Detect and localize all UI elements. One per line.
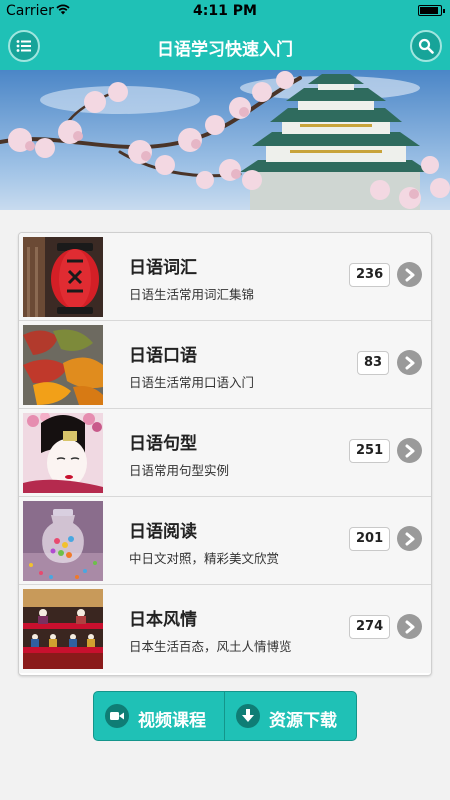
resource-download-label: 资源下载 xyxy=(269,711,337,731)
page-title: 日语学习快速入门 xyxy=(157,40,293,60)
thumb-candy-jar xyxy=(23,501,103,581)
item-subtitle: 日语常用句型实例 xyxy=(129,463,230,478)
resource-download-button[interactable]: 资源下载 xyxy=(225,692,356,740)
category-list: 日语词汇 日语生活常用词汇集锦 236 日语口语 日语生活常用口语入门 83 日… xyxy=(18,232,432,676)
count-badge: 201 xyxy=(349,527,391,551)
item-subtitle: 日本生活百态，风土人情博览 xyxy=(129,639,292,654)
thumb-autumn-leaves xyxy=(23,325,103,405)
count-badge: 83 xyxy=(357,351,390,375)
count-badge: 236 xyxy=(349,263,391,287)
chevron-right-icon xyxy=(397,526,422,551)
list-item-vocabulary[interactable]: 日语词汇 日语生活常用词汇集锦 236 xyxy=(19,233,431,321)
item-subtitle: 日语生活常用口语入门 xyxy=(129,375,255,390)
status-bar: Carrier 4:11 PM xyxy=(0,0,450,22)
item-title: 日本风情 xyxy=(129,610,197,630)
list-item-speaking[interactable]: 日语口语 日语生活常用口语入门 83 xyxy=(19,321,431,409)
thumb-red-lantern xyxy=(23,237,103,317)
thumb-hina-dolls xyxy=(23,589,103,669)
banner-image xyxy=(0,70,450,210)
search-button[interactable] xyxy=(410,30,442,62)
list-item-sentence-patterns[interactable]: 日语句型 日语常用句型实例 251 xyxy=(19,409,431,497)
video-courses-label: 视频课程 xyxy=(138,711,206,731)
chevron-right-icon xyxy=(397,262,422,287)
search-icon xyxy=(418,38,434,54)
item-title: 日语句型 xyxy=(129,434,197,454)
item-subtitle: 中日文对照，精彩美文欣赏 xyxy=(129,551,280,566)
app-header: 日语学习快速入门 xyxy=(0,22,450,70)
thumb-geisha xyxy=(23,413,103,493)
item-title: 日语口语 xyxy=(129,346,197,366)
list-item-reading[interactable]: 日语阅读 中日文对照，精彩美文欣赏 201 xyxy=(19,497,431,585)
chevron-right-icon xyxy=(397,614,422,639)
status-time: 4:11 PM xyxy=(193,3,257,19)
download-icon xyxy=(236,704,260,728)
bottom-button-group: 视频课程 资源下载 xyxy=(93,691,357,741)
battery-icon xyxy=(418,5,445,16)
chevron-right-icon xyxy=(397,350,422,375)
count-badge: 251 xyxy=(349,439,391,463)
chevron-right-icon xyxy=(397,438,422,463)
item-title: 日语词汇 xyxy=(129,258,197,278)
item-subtitle: 日语生活常用词汇集锦 xyxy=(129,287,255,302)
list-item-japan-culture[interactable]: 日本风情 日本生活百态，风土人情博览 274 xyxy=(19,585,431,673)
item-title: 日语阅读 xyxy=(129,522,197,542)
count-badge: 274 xyxy=(349,615,391,639)
video-camera-icon xyxy=(105,704,129,728)
video-courses-button[interactable]: 视频课程 xyxy=(94,692,225,740)
